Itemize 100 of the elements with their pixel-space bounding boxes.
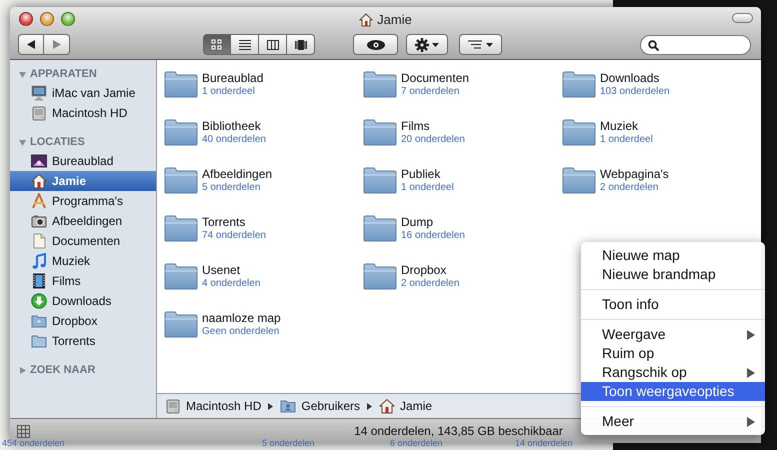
download-icon: [31, 293, 47, 309]
sidebar-item[interactable]: Documenten: [10, 231, 156, 251]
path-item[interactable]: Jamie: [379, 397, 432, 415]
folder-icon: [562, 119, 596, 146]
folder-item[interactable]: Afbeeldingen 5 onderdelen: [164, 167, 363, 194]
folder-icon: [562, 71, 596, 98]
gear-icon: [415, 38, 429, 52]
section-heading: LOCATIES: [30, 134, 85, 150]
menu-item[interactable]: Meer: [581, 412, 765, 431]
user-folder-icon: [280, 398, 296, 414]
folder-icon: [164, 215, 198, 242]
home-icon: [379, 398, 396, 414]
sidebar-item[interactable]: Torrents: [10, 331, 156, 351]
film-strip-icon: [31, 273, 47, 289]
folder-item[interactable]: Downloads 103 onderdelen: [562, 71, 761, 98]
list-view-icon: [238, 38, 250, 50]
close-button[interactable]: [19, 12, 33, 26]
home-icon: [31, 173, 47, 189]
search-field[interactable]: [640, 35, 751, 55]
path-item[interactable]: Macintosh HD: [165, 397, 262, 415]
menu-item[interactable]: Rangschik op: [581, 363, 765, 382]
column-view-icon: [266, 38, 278, 50]
folder-item[interactable]: Dump 16 onderdelen: [363, 215, 562, 242]
search-icon: [648, 40, 659, 50]
folder-icon: [562, 167, 596, 194]
sidebar-item[interactable]: Dropbox: [10, 311, 156, 331]
folder-icon: [31, 313, 47, 329]
folder-icon: [31, 333, 47, 349]
folder-icon: [164, 167, 198, 194]
folder-item[interactable]: Bureaublad 1 onderdeel: [164, 71, 363, 98]
folder-icon: [363, 263, 397, 290]
folder-icon: [363, 215, 397, 242]
status-text: 14 onderdelen, 143,85 GB beschikbaar: [354, 423, 563, 440]
section-heading: ZOEK NAAR: [30, 362, 96, 378]
desktop-picture-icon: [31, 153, 47, 169]
folder-item[interactable]: Films 20 onderdelen: [363, 119, 562, 146]
hard-drive-icon: [31, 105, 47, 121]
sidebar-item[interactable]: Jamie: [10, 171, 156, 191]
arrange-icon: [468, 40, 482, 49]
view-mode-button[interactable]: [287, 34, 315, 55]
item-count: 6 onderdelen: [390, 439, 443, 448]
sidebar-item[interactable]: Programma's: [10, 191, 156, 211]
folder-item[interactable]: Documenten 7 onderdelen: [363, 71, 562, 98]
path-separator-icon: [367, 402, 372, 410]
sidebar-item[interactable]: Bureaublad: [10, 151, 156, 171]
grid-icon: [17, 425, 30, 438]
caret-icon: [486, 42, 493, 46]
folder-item[interactable]: Dropbox 2 onderdelen: [363, 263, 562, 290]
document-icon: [31, 233, 47, 249]
folder-item[interactable]: naamloze map Geen onderdelen: [164, 311, 363, 338]
folder-icon: [164, 263, 198, 290]
monitor-icon: [31, 85, 47, 101]
back-icon: [27, 40, 35, 49]
submenu-arrow-icon: [747, 330, 755, 340]
hard-drive-icon: [165, 398, 181, 414]
folder-item[interactable]: Bibliotheek 40 onderdelen: [164, 119, 363, 146]
zoom-button[interactable]: [61, 12, 75, 26]
folder-item[interactable]: Publiek 1 onderdeel: [363, 167, 562, 194]
sidebar-item[interactable]: Macintosh HD: [10, 103, 156, 123]
folder-icon: [164, 311, 198, 338]
icon-view-icon: [211, 38, 223, 50]
forward-icon: [52, 40, 60, 49]
forward-button[interactable]: [44, 34, 70, 55]
menu-item[interactable]: Toon weergaveopties: [581, 382, 765, 401]
folder-item[interactable]: Webpagina's 2 onderdelen: [562, 167, 761, 194]
sidebar-item[interactable]: iMac van Jamie: [10, 83, 156, 103]
minimize-button[interactable]: [40, 12, 54, 26]
sidebar-item[interactable]: Films: [10, 271, 156, 291]
section-heading: APPARATEN: [30, 66, 97, 82]
menu-item[interactable]: Toon info: [581, 295, 765, 314]
submenu-arrow-icon: [747, 416, 755, 426]
view-mode-button[interactable]: [203, 34, 231, 55]
ruler-pencil-icon: [31, 193, 47, 209]
window-title: Jamie: [377, 11, 412, 29]
back-button[interactable]: [18, 34, 44, 55]
sidebar-item[interactable]: Downloads: [10, 291, 156, 311]
quick-look-button[interactable]: [353, 34, 398, 55]
folder-icon: [363, 167, 397, 194]
menu-item[interactable]: Ruim op: [581, 344, 765, 363]
eye-icon: [366, 40, 384, 50]
folder-icon: [164, 119, 198, 146]
submenu-arrow-icon: [747, 368, 755, 378]
folder-item[interactable]: Usenet 4 onderdelen: [164, 263, 363, 290]
sidebar-item[interactable]: Muziek: [10, 251, 156, 271]
sidebar-item[interactable]: Afbeeldingen: [10, 211, 156, 231]
camera-icon: [31, 213, 47, 229]
cover-flow-icon: [294, 38, 306, 50]
menu-item[interactable]: Nieuwe brandmap: [581, 265, 765, 284]
arrange-button[interactable]: [459, 34, 502, 55]
action-button[interactable]: [406, 34, 448, 55]
folder-item[interactable]: Muziek 1 onderdeel: [562, 119, 761, 146]
view-mode-button[interactable]: [259, 34, 287, 55]
menu-item[interactable]: Nieuwe map: [581, 246, 765, 265]
view-mode-button[interactable]: [231, 34, 259, 55]
item-count: 454 onderdelen: [2, 439, 65, 448]
path-separator-icon: [268, 402, 274, 410]
path-item[interactable]: Gebruikers: [280, 397, 360, 415]
menu-item[interactable]: Weergave: [581, 325, 765, 344]
folder-item[interactable]: Torrents 74 onderdelen: [164, 215, 363, 242]
toolbar-toggle-button[interactable]: [732, 13, 753, 23]
